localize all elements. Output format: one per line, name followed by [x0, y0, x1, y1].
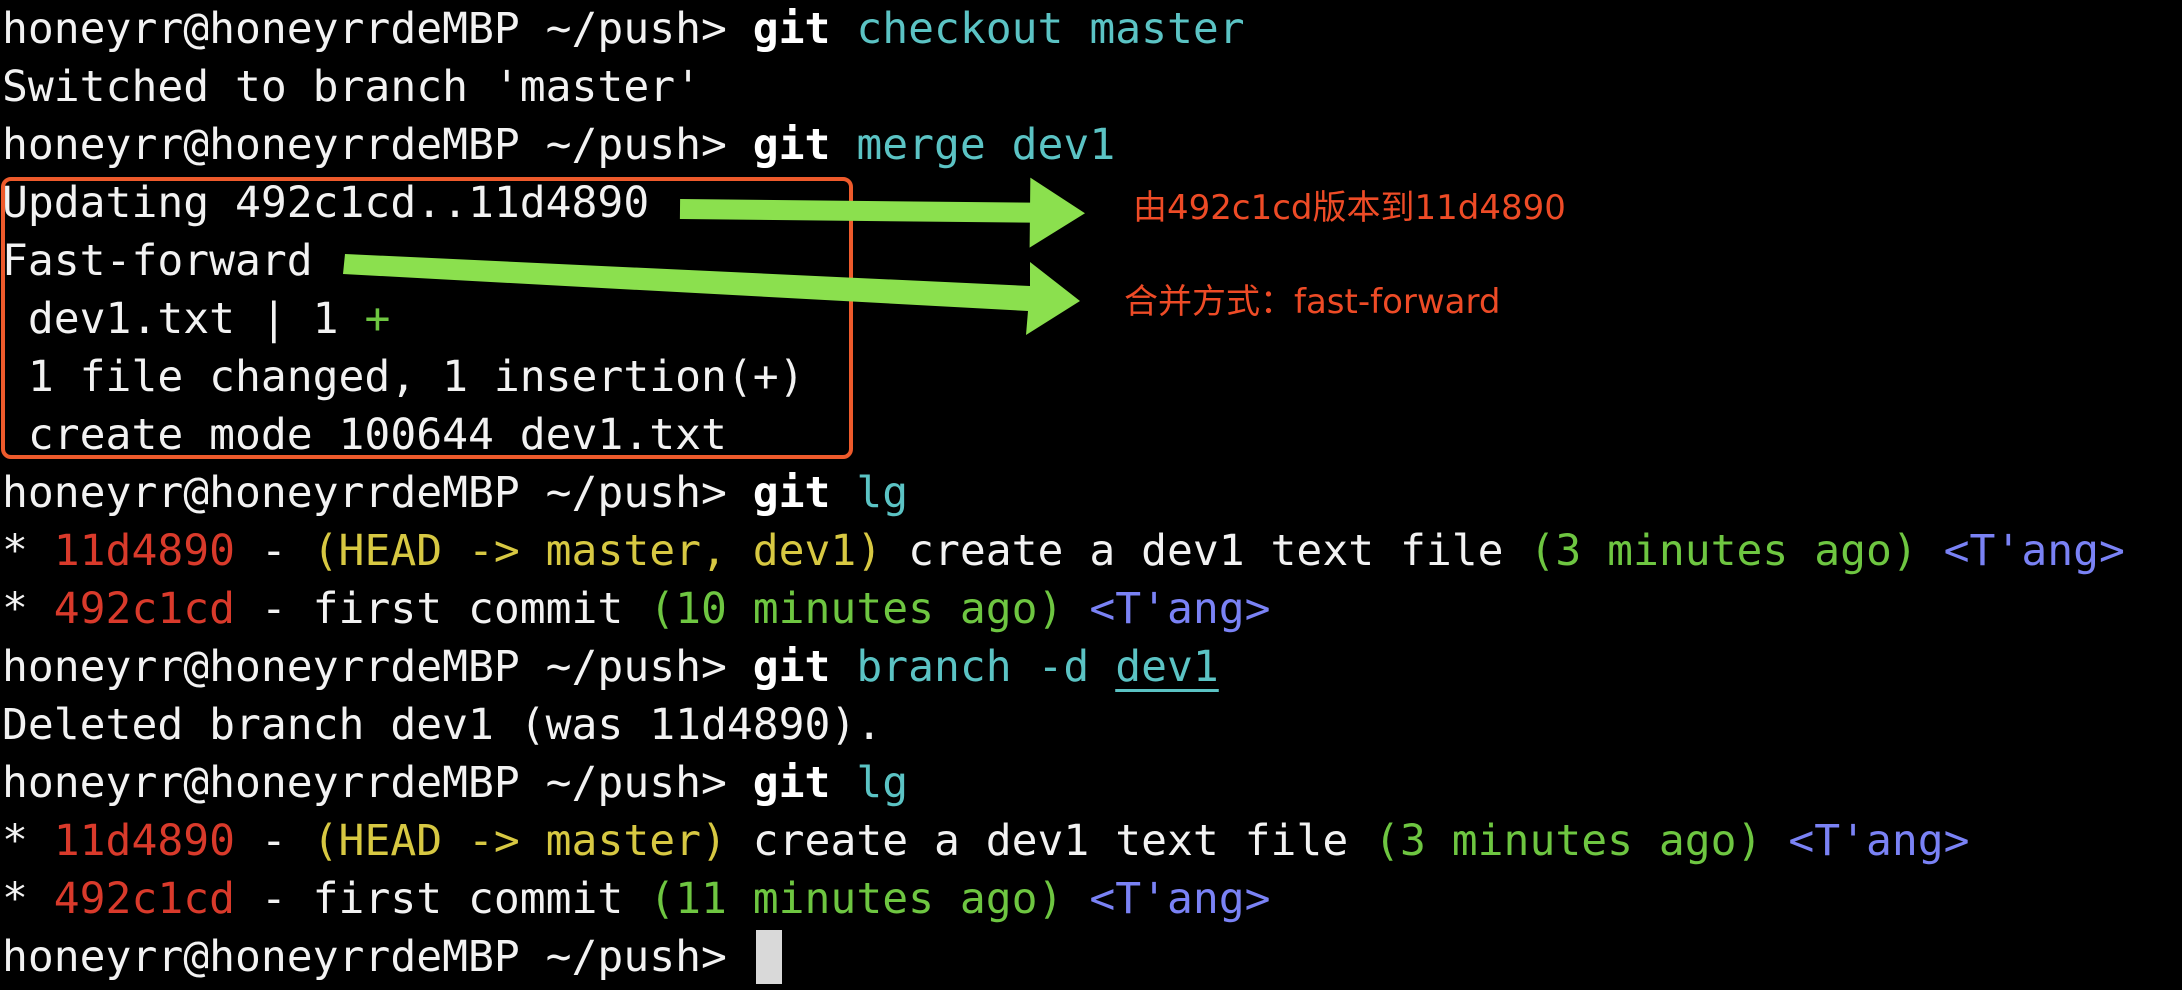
terminal-cursor — [756, 930, 782, 984]
terminal-text-segment: <T'ang> — [1943, 526, 2125, 576]
terminal-text-segment: honeyrr@honeyrrdeMBP ~/push> — [2, 468, 753, 518]
terminal-text-segment: * — [2, 816, 54, 866]
terminal-text-segment: <T'ang> — [1788, 816, 1970, 866]
terminal-text-segment: 11d4890 — [53, 526, 235, 576]
terminal-text-segment: git — [752, 642, 831, 692]
terminal-text-segment: lg — [856, 758, 909, 808]
log-line: * 492c1cd - first commit (11 minutes ago… — [2, 870, 1271, 928]
prompt-line: honeyrr@honeyrrdeMBP ~/push> git merge d… — [2, 116, 1115, 174]
log-line: * 11d4890 - (HEAD -> master, dev1) creat… — [2, 522, 2125, 580]
terminal-text-segment: lg — [856, 468, 909, 518]
terminal-text-segment: honeyrr@honeyrrdeMBP ~/push> — [2, 758, 753, 808]
terminal-text-segment: * — [2, 584, 54, 634]
terminal-text-segment: Switched to branch 'master' — [2, 62, 701, 112]
terminal-text-segment: git — [752, 120, 831, 170]
terminal-text-segment: (HEAD -> master, dev1) — [312, 526, 883, 576]
terminal-text-segment: honeyrr@honeyrrdeMBP ~/push> — [2, 4, 753, 54]
log-line: * 492c1cd - first commit (10 minutes ago… — [2, 580, 1271, 638]
terminal-text-segment: 492c1cd — [53, 584, 235, 634]
terminal-text-segment: dev1 — [1115, 642, 1219, 692]
terminal-text-segment: <T'ang> — [1089, 584, 1271, 634]
terminal-text-segment: git — [752, 758, 831, 808]
terminal-text-segment: * — [2, 874, 54, 924]
terminal-text-segment: 492c1cd — [53, 874, 235, 924]
terminal-text-segment: - — [235, 816, 313, 866]
terminal-text-segment: Deleted branch dev1 (was 11d4890). — [2, 700, 883, 750]
terminal-text-segment: (10 minutes ago) — [649, 584, 1064, 634]
terminal-text-segment: - — [235, 526, 313, 576]
prompt-line: honeyrr@honeyrrdeMBP ~/push> git lg — [2, 754, 908, 812]
terminal-text-segment: honeyrr@honeyrrdeMBP ~/push> — [2, 120, 753, 170]
version-annotation: 由492c1cd版本到11d4890 — [1133, 188, 1566, 228]
terminal-text-segment: (11 minutes ago) — [649, 874, 1064, 924]
terminal-text-segment: (3 minutes ago) — [1529, 526, 1918, 576]
terminal-text-segment: <T'ang> — [1089, 874, 1271, 924]
terminal-text-segment: (HEAD -> master) — [312, 816, 727, 866]
terminal-text-segment: - first commit — [235, 584, 650, 634]
terminal-text-segment: honeyrr@honeyrrdeMBP ~/push> — [2, 642, 753, 692]
terminal-text-segment: checkout master — [856, 4, 1245, 54]
output-line: Switched to branch 'master' — [2, 58, 701, 116]
prompt-line: honeyrr@honeyrrdeMBP ~/push> — [2, 928, 753, 986]
prompt-line: honeyrr@honeyrrdeMBP ~/push> git lg — [2, 464, 908, 522]
output-line: Deleted branch dev1 (was 11d4890). — [2, 696, 882, 754]
terminal-text-segment: 11d4890 — [53, 816, 235, 866]
prompt-line: honeyrr@honeyrrdeMBP ~/push> git branch … — [2, 638, 1219, 696]
terminal-text-segment: * — [2, 526, 54, 576]
prompt-line: honeyrr@honeyrrdeMBP ~/push> git checkou… — [2, 0, 1245, 58]
merge-mode-annotation: 合并方式：fast-forward — [1124, 282, 1501, 322]
terminal-text-segment: - first commit — [235, 874, 650, 924]
terminal-text-segment: git — [752, 468, 831, 518]
terminal-text-segment: branch -d — [856, 642, 1116, 692]
merge-output-highlight-box — [1, 177, 853, 459]
terminal-text-segment: (3 minutes ago) — [1374, 816, 1763, 866]
terminal-text-segment: git — [752, 4, 831, 54]
terminal-text-segment: create a dev1 text file — [726, 816, 1375, 866]
log-line: * 11d4890 - (HEAD -> master) create a de… — [2, 812, 1970, 870]
terminal-text-segment: create a dev1 text file — [882, 526, 1530, 576]
terminal-window[interactable]: honeyrr@honeyrrdeMBP ~/push> git checkou… — [0, 0, 2182, 990]
terminal-text-segment: merge dev1 — [856, 120, 1116, 170]
terminal-text-segment: honeyrr@honeyrrdeMBP ~/push> — [2, 932, 753, 982]
